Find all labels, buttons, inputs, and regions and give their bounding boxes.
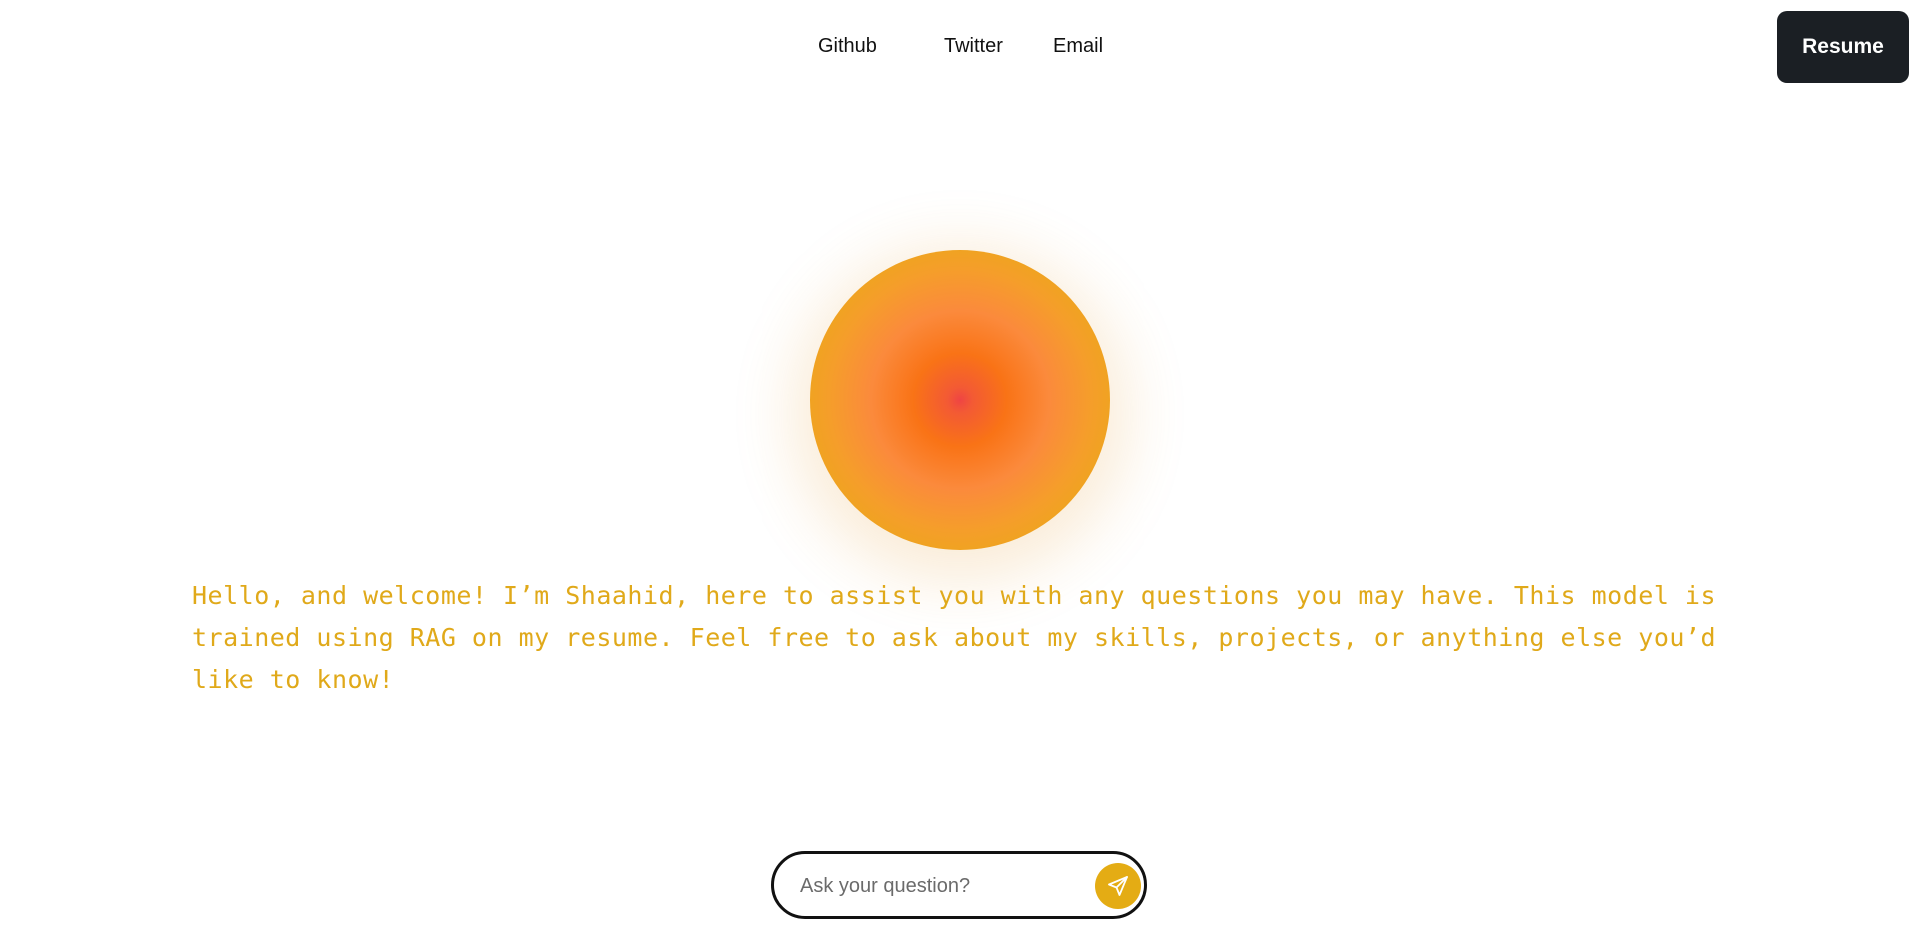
chat-input-bar: [771, 851, 1147, 919]
top-nav: Github Twitter Email Resume: [0, 0, 1918, 95]
twitter-link[interactable]: Twitter: [944, 34, 1003, 58]
welcome-message: Hello, and welcome! I’m Shaahid, here to…: [192, 581, 1717, 694]
send-button[interactable]: [1095, 863, 1141, 909]
gradient-orb-container: [810, 250, 1110, 550]
send-icon: [1106, 874, 1130, 898]
question-input[interactable]: [798, 870, 1072, 902]
email-link[interactable]: Email: [1053, 34, 1103, 58]
github-link[interactable]: Github: [818, 34, 877, 58]
resume-button[interactable]: Resume: [1777, 11, 1909, 83]
gradient-orb: [810, 250, 1110, 550]
